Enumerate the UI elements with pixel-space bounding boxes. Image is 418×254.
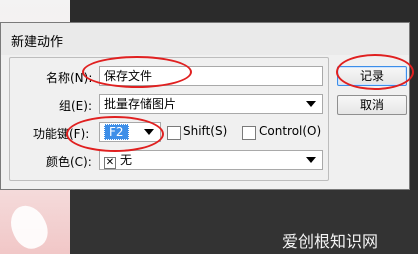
fkey-label: 功能键(F): <box>33 127 90 141</box>
group-label: 组(E): <box>59 99 92 113</box>
watermark-text: 爱创根知识网 <box>282 232 379 251</box>
name-label: 名称(N): <box>46 71 93 85</box>
color-select[interactable]: ✕ 无 <box>99 150 323 170</box>
chevron-down-icon <box>306 157 316 163</box>
cancel-button[interactable]: 取消 <box>337 95 407 115</box>
shift-label: Shift(S) <box>183 124 228 138</box>
titlebar: 新建动作 <box>1 23 409 55</box>
color-label: 颜色(C): <box>46 155 92 169</box>
fkey-value: F2 <box>104 124 129 140</box>
none-color-icon: ✕ <box>104 157 116 169</box>
chevron-down-icon <box>144 129 154 135</box>
group-value: 批量存储图片 <box>104 97 177 111</box>
name-value: 保存文件 <box>104 69 153 83</box>
control-checkbox[interactable] <box>242 126 256 140</box>
color-value: 无 <box>120 153 133 167</box>
fkey-select[interactable]: F2 <box>99 122 161 142</box>
record-button[interactable]: 记录 <box>337 66 407 86</box>
group-select[interactable]: 批量存储图片 <box>99 94 323 114</box>
chevron-down-icon <box>306 101 316 107</box>
dialog-title: 新建动作 <box>11 35 64 50</box>
name-field[interactable]: 保存文件 <box>99 66 323 86</box>
new-action-dialog: 新建动作 名称(N): 保存文件 组(E): 批量存储图片 功能键(F): F2… <box>0 22 410 190</box>
control-label: Control(O) <box>259 124 322 138</box>
shift-checkbox[interactable] <box>167 126 181 140</box>
